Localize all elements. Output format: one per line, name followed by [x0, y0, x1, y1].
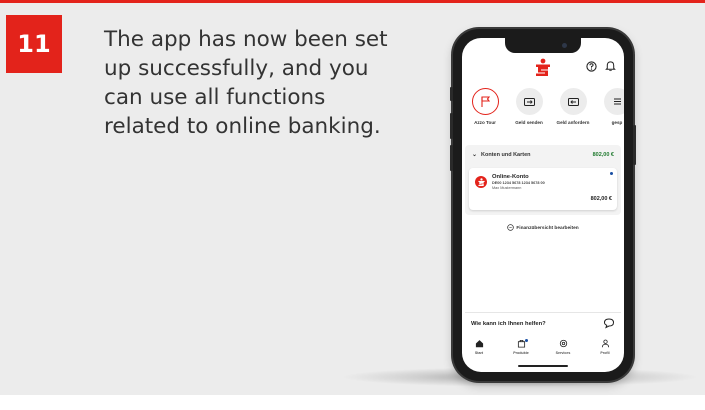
accounts-header[interactable]: ⌄ Konten und Karten 802,00 €: [472, 151, 614, 161]
action-label: Geld senden: [515, 120, 543, 125]
action-geld-anfordern[interactable]: Geld anfordern: [553, 88, 593, 125]
step-number-badge: 11: [6, 15, 62, 73]
home-icon: [475, 340, 483, 348]
bell-icon[interactable]: [605, 60, 616, 72]
action-azzo-tour[interactable]: Azzo Tour: [465, 88, 505, 125]
edit-circle-icon: [507, 224, 515, 231]
account-balance: 802,00 €: [590, 196, 612, 202]
sparkasse-logo-icon: [536, 58, 550, 76]
quick-actions: Azzo Tour Geld senden Geld anfordern ges…: [462, 88, 624, 138]
action-label: Geld anfordern: [556, 120, 590, 125]
list-icon: [613, 98, 621, 105]
services-icon: [559, 339, 567, 348]
power-button: [633, 125, 636, 165]
edit-overview-button[interactable]: Finanzübersicht bearbeiten: [462, 224, 624, 231]
tab-services[interactable]: Services: [548, 339, 578, 355]
account-name: Online-Konto: [492, 174, 529, 180]
unread-dot: [610, 172, 613, 175]
request-money-icon: [567, 98, 579, 106]
mute-switch: [450, 87, 453, 101]
chevron-down-icon: ⌄: [472, 152, 478, 158]
account-card[interactable]: Online-Konto DE00 1234 5678 1234 5678 00…: [469, 168, 617, 210]
accounts-title: Konten und Karten: [481, 152, 531, 158]
tour-icon: [480, 96, 490, 107]
tab-profil[interactable]: Profil: [590, 339, 620, 355]
tab-label: Start: [474, 351, 484, 355]
chat-bubble-icon[interactable]: [603, 317, 615, 329]
sparkasse-account-icon: [475, 176, 487, 188]
tab-produkte[interactable]: Produkte: [506, 339, 536, 355]
action-label: gesp: [611, 120, 623, 125]
accounts-total: 802,00 €: [592, 152, 614, 158]
volume-up-button: [450, 113, 453, 139]
accounts-section: ⌄ Konten und Karten 802,00 € Online-Kont…: [465, 145, 621, 215]
tab-start[interactable]: Start: [464, 339, 494, 355]
phone-screen: Azzo Tour Geld senden Geld anfordern ges…: [462, 38, 624, 372]
assistant-bar[interactable]: Wie kann ich Ihnen helfen?: [465, 312, 621, 334]
notification-dot: [525, 339, 528, 342]
send-money-icon: [523, 98, 535, 106]
action-more[interactable]: gesp: [597, 88, 624, 125]
profile-icon: [601, 339, 609, 348]
action-geld-senden[interactable]: Geld senden: [509, 88, 549, 125]
account-iban: DE00 1234 5678 1234 5678 00: [492, 181, 545, 185]
tab-label: Services: [555, 351, 571, 355]
step-description: The app has now been set up successfully…: [104, 27, 388, 139]
notch: [505, 38, 581, 53]
app-header: [462, 56, 624, 80]
edit-overview-label: Finanzübersicht bearbeiten: [516, 225, 579, 231]
tab-label: Produkte: [513, 351, 529, 355]
action-label: Azzo Tour: [474, 120, 496, 125]
volume-down-button: [450, 145, 453, 171]
bottom-tab-bar: Start Produkte Services Profil: [462, 337, 624, 363]
account-holder: Max Mustermann: [492, 186, 522, 190]
tab-label: Profil: [600, 351, 610, 355]
help-icon[interactable]: [586, 61, 597, 72]
phone-mockup: Azzo Tour Geld senden Geld anfordern ges…: [450, 29, 636, 381]
home-indicator[interactable]: [518, 365, 568, 367]
assistant-prompt: Wie kann ich Ihnen helfen?: [471, 321, 546, 327]
